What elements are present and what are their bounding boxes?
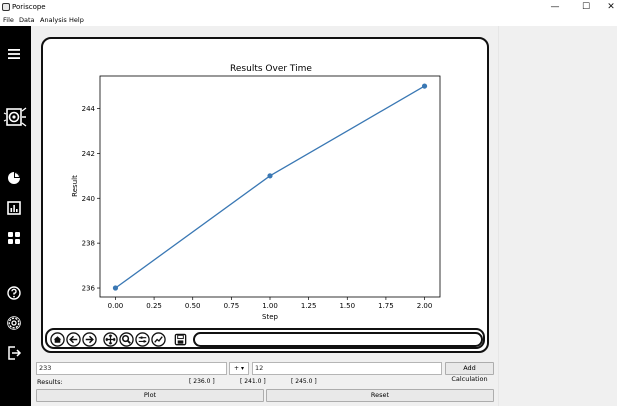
edit-axes-icon[interactable] [151, 332, 166, 347]
x-tick-label: 0.75 [224, 302, 240, 310]
results-label: Results: [37, 378, 63, 386]
y-tick-label: 240 [82, 195, 95, 203]
y-axis-label: Result [71, 175, 79, 197]
pan-icon[interactable] [103, 332, 118, 347]
y-tick-label: 236 [82, 285, 96, 293]
x-tick-label: 1.00 [262, 302, 278, 310]
result-value: [ 245.0 ] [291, 378, 317, 385]
x-tick-label: 1.75 [378, 302, 394, 310]
data-point [421, 83, 428, 89]
x-tick-label: 2.00 [417, 302, 433, 310]
first-value-input[interactable]: 233 [36, 362, 227, 375]
x-tick-label: 0.50 [185, 302, 201, 310]
chart-title: Results Over Time [230, 64, 312, 74]
plot-area [99, 75, 441, 298]
y-tick-label: 244 [82, 105, 96, 113]
result-value: [ 241.0 ] [240, 378, 266, 385]
zoom-icon[interactable] [119, 332, 134, 347]
configure-subplots-icon[interactable] [135, 332, 150, 347]
save-icon[interactable] [173, 332, 188, 347]
home-icon[interactable] [50, 332, 65, 347]
y-tick-label: 238 [82, 240, 95, 248]
reset-button[interactable]: Reset [266, 389, 494, 402]
coordinates-display [193, 332, 483, 347]
add-calculation-button[interactable]: Add Calculation [445, 362, 494, 383]
result-value: [ 236.0 ] [189, 378, 215, 385]
x-axis-label: Step [262, 313, 278, 321]
x-tick-label: 0.00 [108, 302, 124, 310]
plot-toolbar [45, 328, 485, 349]
data-point [112, 285, 119, 291]
y-tick-label: 242 [82, 150, 95, 158]
operator-select[interactable]: + ▾ [229, 362, 249, 375]
x-tick-label: 1.50 [339, 302, 355, 310]
back-icon[interactable] [66, 332, 81, 347]
forward-icon[interactable] [82, 332, 97, 347]
second-value-input[interactable]: 12 [252, 362, 442, 375]
data-point [267, 173, 273, 179]
x-tick-label: 1.25 [301, 302, 317, 310]
x-tick-label: 0.25 [146, 302, 162, 310]
plot-button[interactable]: Plot [36, 389, 264, 402]
